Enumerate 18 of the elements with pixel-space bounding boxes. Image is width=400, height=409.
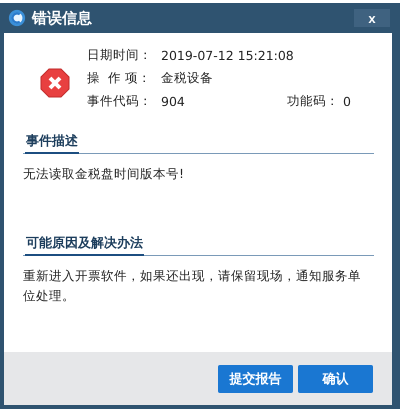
field-value: 金税设备 xyxy=(161,70,214,87)
error-icon xyxy=(40,68,70,98)
app-logo-icon xyxy=(8,9,26,27)
submit-report-button[interactable]: 提交报告 xyxy=(218,364,293,392)
field-label: 事件代码： xyxy=(87,93,153,110)
window-title: 错误信息 xyxy=(32,8,93,28)
section-text: 无法读取金税盘时间版本号! xyxy=(23,165,186,183)
field-label: 操 作 项： xyxy=(87,70,152,87)
confirm-button[interactable]: 确认 xyxy=(298,364,373,392)
field-value: 2019-07-12 15:21:08 xyxy=(161,48,294,63)
field-label: 日期时间： xyxy=(87,47,153,64)
section-heading: 可能原因及解决办法 xyxy=(25,234,144,256)
field-label: 功能码： xyxy=(287,93,340,110)
close-button[interactable]: x xyxy=(354,9,390,27)
section-text: 重新进入开票软件，如果还出现，请保留现场，通知服务单位处理。 xyxy=(23,267,362,305)
field-value: 0 xyxy=(343,94,351,109)
field-value: 904 xyxy=(161,94,186,109)
section-heading: 事件描述 xyxy=(25,132,79,154)
